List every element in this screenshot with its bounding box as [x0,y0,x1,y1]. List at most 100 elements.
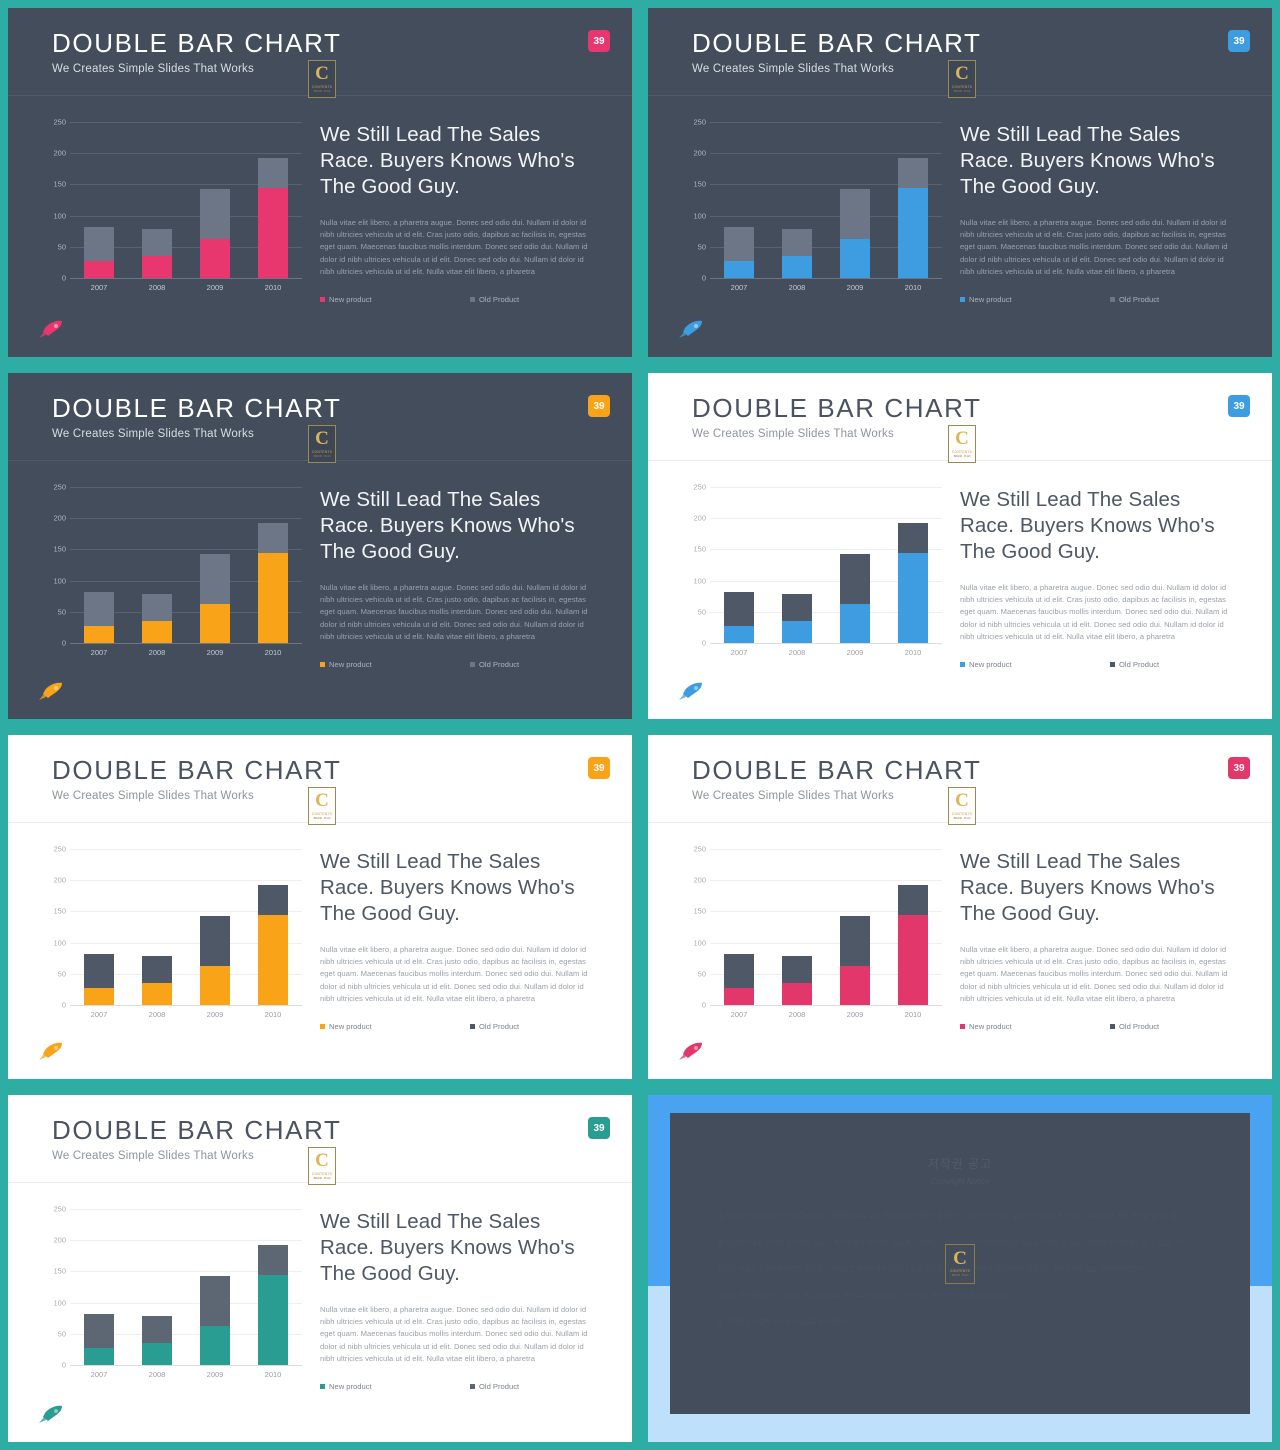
bar-2008[interactable] [782,849,812,1005]
bar-2010[interactable] [898,122,928,278]
bar-segment-old-product[interactable] [258,885,288,916]
bar-2009[interactable] [840,849,870,1005]
bar-segment-new-product[interactable] [84,988,114,1005]
bar-2009[interactable] [200,1209,230,1365]
bar-chart[interactable]: 0 50 100 150 200 250 2007 2008 2009 2010 [44,1205,302,1379]
bar-segment-old-product[interactable] [142,228,172,256]
bar-segment-old-product[interactable] [142,1315,172,1343]
legend-item-old-product[interactable]: Old Product [1110,295,1159,304]
bar-segment-old-product[interactable] [724,227,754,262]
copyright-slide[interactable]: 저작권 공고 Copyright Notice 본 저작물은 저작권법에 의하여 보… [648,1095,1272,1442]
slide-pink-light[interactable]: DOUBLE BAR CHART We Creates Simple Slide… [648,735,1272,1079]
bar-segment-new-product[interactable] [200,603,230,643]
bar-segment-old-product[interactable] [840,188,870,239]
bar-segment-new-product[interactable] [200,238,230,278]
bar-segment-new-product[interactable] [142,982,172,1005]
bar-segment-old-product[interactable] [200,188,230,239]
legend-item-old-product[interactable]: Old Product [1110,660,1159,669]
bar-segment-old-product[interactable] [724,592,754,627]
bar-2009[interactable] [200,849,230,1005]
bar-segment-old-product[interactable] [200,1275,230,1326]
bar-segment-new-product[interactable] [258,1275,288,1365]
bar-2008[interactable] [142,1209,172,1365]
legend-item-new-product[interactable]: New product [320,1382,470,1391]
bar-2009[interactable] [200,122,230,278]
bar-segment-old-product[interactable] [142,593,172,621]
legend-item-old-product[interactable]: Old Product [470,1382,519,1391]
slide-blue-dark[interactable]: DOUBLE BAR CHART We Creates Simple Slide… [648,8,1272,357]
bar-chart[interactable]: 0 50 100 150 200 250 2007 2008 2009 2010 [684,483,942,657]
bar-segment-new-product[interactable] [898,915,928,1005]
bar-2008[interactable] [142,487,172,643]
bar-segment-old-product[interactable] [84,227,114,262]
bar-2007[interactable] [724,122,754,278]
bar-chart[interactable]: 0 50 100 150 200 250 2007 2008 2009 2010 [684,118,942,292]
bar-segment-old-product[interactable] [840,553,870,604]
bar-segment-old-product[interactable] [258,1245,288,1276]
bar-segment-new-product[interactable] [840,238,870,278]
page-number-badge[interactable]: 39 [1228,757,1250,779]
bar-segment-new-product[interactable] [84,261,114,278]
slide-teal-light[interactable]: DOUBLE BAR CHART We Creates Simple Slide… [8,1095,632,1442]
bar-segment-new-product[interactable] [840,603,870,643]
bar-segment-old-product[interactable] [898,885,928,916]
bar-2007[interactable] [84,487,114,643]
bar-2010[interactable] [258,122,288,278]
bar-2010[interactable] [898,487,928,643]
bar-segment-old-product[interactable] [258,158,288,189]
bar-segment-old-product[interactable] [782,593,812,621]
bar-segment-old-product[interactable] [840,915,870,966]
slide-pink-dark[interactable]: DOUBLE BAR CHART We Creates Simple Slide… [8,8,632,357]
bar-2008[interactable] [142,122,172,278]
bar-segment-old-product[interactable] [84,1314,114,1349]
bar-segment-old-product[interactable] [782,228,812,256]
bar-segment-new-product[interactable] [258,188,288,278]
legend-item-old-product[interactable]: Old Product [470,660,519,669]
bar-segment-old-product[interactable] [200,553,230,604]
legend-item-new-product[interactable]: New product [960,660,1110,669]
bar-2008[interactable] [782,487,812,643]
bar-chart[interactable]: 0 50 100 150 200 250 2007 2008 2009 2010 [44,483,302,657]
bar-chart[interactable]: 0 50 100 150 200 250 2007 2008 2009 2010 [684,845,942,1019]
bar-chart[interactable]: 0 50 100 150 200 250 2007 2008 2009 2010 [44,118,302,292]
bar-segment-new-product[interactable] [142,1342,172,1365]
bar-segment-old-product[interactable] [142,955,172,983]
bar-segment-new-product[interactable] [142,620,172,643]
page-number-badge[interactable]: 39 [588,30,610,52]
legend-item-new-product[interactable]: New product [320,1022,470,1031]
bar-segment-old-product[interactable] [84,954,114,989]
bar-segment-new-product[interactable] [898,188,928,278]
bar-2008[interactable] [142,849,172,1005]
bar-2007[interactable] [84,849,114,1005]
bar-segment-new-product[interactable] [782,982,812,1005]
bar-2009[interactable] [200,487,230,643]
legend-item-old-product[interactable]: Old Product [470,1022,519,1031]
bar-2007[interactable] [84,122,114,278]
bar-segment-new-product[interactable] [200,965,230,1005]
page-number-badge[interactable]: 39 [1228,30,1250,52]
bar-segment-new-product[interactable] [724,261,754,278]
slide-orange-dark[interactable]: DOUBLE BAR CHART We Creates Simple Slide… [8,373,632,719]
bar-segment-new-product[interactable] [142,255,172,278]
legend-item-new-product[interactable]: New product [320,660,470,669]
bar-2010[interactable] [898,849,928,1005]
page-number-badge[interactable]: 39 [588,395,610,417]
bar-segment-new-product[interactable] [200,1325,230,1365]
bar-2009[interactable] [840,122,870,278]
bar-2009[interactable] [840,487,870,643]
bar-2007[interactable] [84,1209,114,1365]
bar-segment-new-product[interactable] [724,988,754,1005]
slide-blue-light[interactable]: DOUBLE BAR CHART We Creates Simple Slide… [648,373,1272,719]
bar-2008[interactable] [782,122,812,278]
page-number-badge[interactable]: 39 [588,757,610,779]
bar-segment-old-product[interactable] [782,955,812,983]
bar-2010[interactable] [258,1209,288,1365]
bar-segment-new-product[interactable] [258,915,288,1005]
bar-2007[interactable] [724,487,754,643]
bar-segment-new-product[interactable] [258,553,288,643]
bar-segment-old-product[interactable] [84,592,114,627]
legend-item-new-product[interactable]: New product [960,295,1110,304]
slide-orange-light[interactable]: DOUBLE BAR CHART We Creates Simple Slide… [8,735,632,1079]
bar-segment-new-product[interactable] [898,553,928,643]
bar-segment-old-product[interactable] [898,523,928,554]
